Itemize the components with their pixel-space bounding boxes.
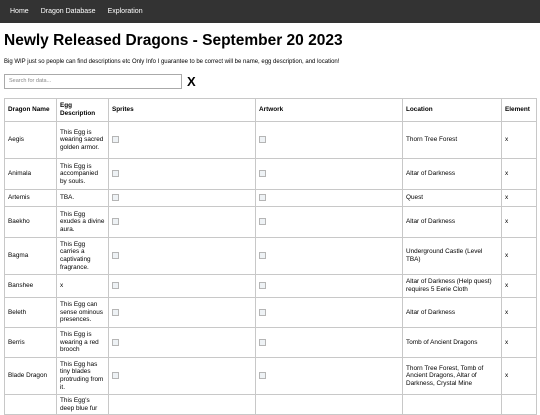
cell-location: Thorn Tree Forest, Tomb of Ancient Drago… <box>402 357 502 395</box>
cell-artwork <box>255 237 403 275</box>
cell-sprite <box>108 206 256 238</box>
table-row: Animala This Egg is accompanied by souls.… <box>4 158 537 190</box>
broken-image-icon <box>259 194 266 202</box>
cell-location: Tomb of Ancient Dragons <box>402 327 502 358</box>
cell-location: Altar of Darkness <box>402 206 502 238</box>
cell-element: x <box>501 327 537 358</box>
search-input[interactable] <box>4 73 182 89</box>
top-navbar: Home Dragon Database Exploration <box>0 0 540 23</box>
cell-element: x <box>501 189 537 207</box>
cell-dragon-name: Blade Dragon <box>4 357 57 395</box>
header-element: Element <box>501 98 537 122</box>
cell-sprite <box>108 237 256 275</box>
broken-image-icon <box>259 338 266 346</box>
broken-image-icon <box>112 136 119 144</box>
cell-sprite <box>108 158 256 190</box>
cell-sprite <box>108 297 256 328</box>
broken-image-icon <box>259 282 266 290</box>
cell-artwork <box>255 327 403 358</box>
clear-search-button[interactable]: X <box>187 74 196 89</box>
cell-artwork <box>255 189 403 207</box>
cell-dragon-name: Banshee <box>4 274 57 298</box>
cell-location: Altar of Darkness (Help quest) requires … <box>402 274 502 298</box>
cell-egg-description: This Egg is accompanied by souls. <box>56 158 109 190</box>
broken-image-icon <box>112 218 119 226</box>
table-row: Berris This Egg is wearing a red brooch To… <box>4 327 537 358</box>
nav-exploration-link[interactable]: Exploration <box>102 0 149 23</box>
cell-location: Altar of Darkness <box>402 158 502 190</box>
cell-sprite <box>108 274 256 298</box>
header-dragon-name: Dragon Name <box>4 98 57 122</box>
cell-element: x <box>501 158 537 190</box>
dragon-table: Dragon Name Egg Description Sprites Artw… <box>4 98 537 415</box>
cell-artwork <box>255 206 403 238</box>
cell-egg-description: x <box>56 274 109 298</box>
cell-egg-description: This Egg is wearing a red brooch <box>56 327 109 358</box>
cell-dragon-name: Animala <box>4 158 57 190</box>
broken-image-icon <box>112 282 119 290</box>
header-sprites: Sprites <box>108 98 256 122</box>
table-row: Bagma This Egg carries a captivating frag… <box>4 237 537 275</box>
cell-dragon-name: Bagma <box>4 237 57 275</box>
broken-image-icon <box>112 372 119 380</box>
cell-element: x <box>501 206 537 238</box>
cell-artwork <box>255 274 403 298</box>
broken-image-icon <box>112 252 119 260</box>
nav-dragon-database-link[interactable]: Dragon Database <box>35 0 102 23</box>
nav-home-link[interactable]: Home <box>4 0 35 23</box>
header-artwork: Artwork <box>255 98 403 122</box>
cell-dragon-name: Baekho <box>4 206 57 238</box>
cell-location: Underground Castle (Level TBA) <box>402 237 502 275</box>
table-row: Baekho This Egg exudes a divine aura. Alta… <box>4 206 537 238</box>
table-row: Beleth This Egg can sense ominous presenc… <box>4 297 537 328</box>
table-row: Banshee x Altar of Darkness (Help quest) r… <box>4 274 537 298</box>
broken-image-icon <box>259 252 266 260</box>
table-row: Aegis This Egg is wearing sacred golden a… <box>4 121 537 159</box>
page-title: Newly Released Dragons - September 20 20… <box>4 32 343 49</box>
cell-dragon-name: Artemis <box>4 189 57 207</box>
cell-egg-description: This Egg can sense ominous presences. <box>56 297 109 328</box>
cell-artwork <box>255 357 403 395</box>
cell-egg-description: This Egg carries a captivating fragrance… <box>56 237 109 275</box>
cell-sprite <box>108 121 256 159</box>
cell-artwork <box>255 297 403 328</box>
cell-egg-description: TBA. <box>56 189 109 207</box>
cell-egg-description: This Egg exudes a divine aura. <box>56 206 109 238</box>
cell-element: x <box>501 121 537 159</box>
cell-location: Thorn Tree Forest <box>402 121 502 159</box>
cell-artwork <box>255 121 403 159</box>
cell-location: Altar of Darkness <box>402 297 502 328</box>
cell-dragon-name: Aegis <box>4 121 57 159</box>
cell-element: x <box>501 274 537 298</box>
broken-image-icon <box>259 170 266 178</box>
cell-egg-description: This Egg has tiny blades protruding from… <box>56 357 109 395</box>
broken-image-icon <box>259 218 266 226</box>
table-header-row: Dragon Name Egg Description Sprites Artw… <box>4 98 537 122</box>
broken-image-icon <box>112 170 119 178</box>
cell-dragon-name: Berris <box>4 327 57 358</box>
cell-artwork <box>255 158 403 190</box>
broken-image-icon <box>259 136 266 144</box>
intro-text: Big WIP just so people can find descript… <box>4 59 340 65</box>
cell-element: x <box>501 297 537 328</box>
broken-image-icon <box>112 194 119 202</box>
cell-sprite <box>108 189 256 207</box>
table-row: Blade Dragon This Egg has tiny blades pro… <box>4 357 537 395</box>
cell-sprite <box>108 357 256 395</box>
broken-image-icon <box>259 372 266 380</box>
cell-element: x <box>501 237 537 275</box>
cell-egg-description: This Egg is wearing sacred golden armor. <box>56 121 109 159</box>
cell-sprite <box>108 327 256 358</box>
broken-image-icon <box>112 308 119 316</box>
broken-image-icon <box>112 338 119 346</box>
table-row: Artemis TBA. Quest x <box>4 189 537 207</box>
header-location: Location <box>402 98 502 122</box>
cell-element: x <box>501 357 537 395</box>
header-egg-description: Egg Description <box>56 98 109 122</box>
search-row: X <box>4 73 540 89</box>
cell-dragon-name: Beleth <box>4 297 57 328</box>
cell-location: Quest <box>402 189 502 207</box>
broken-image-icon <box>259 308 266 316</box>
